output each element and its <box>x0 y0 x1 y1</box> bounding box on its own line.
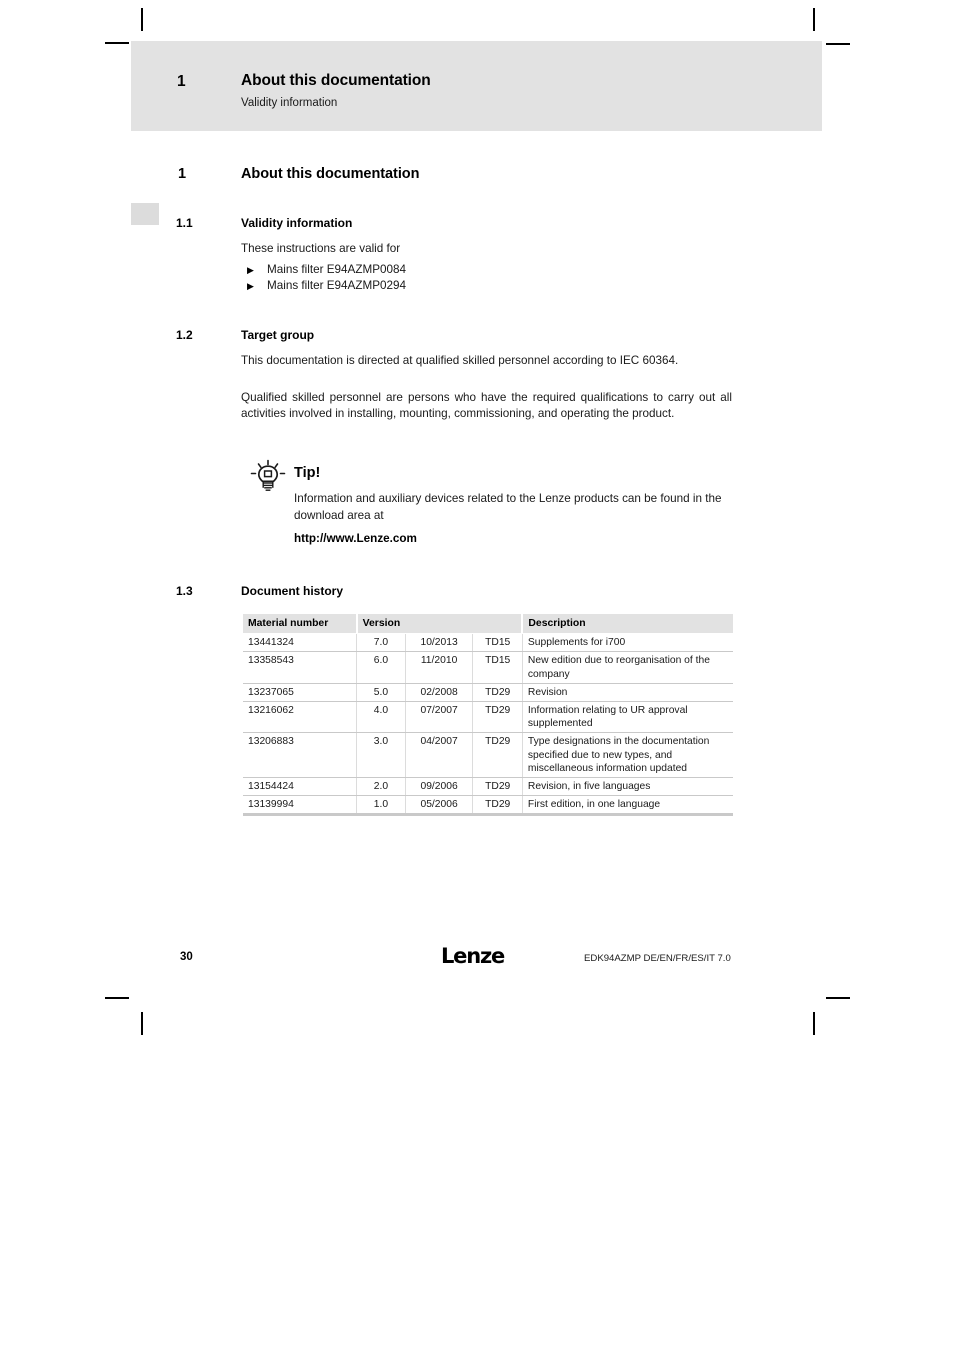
table-row: 13237065 5.0 02/2008 TD29 Revision <box>243 683 733 703</box>
running-header-chapter-number: 1 <box>177 73 186 90</box>
cell-version: 7.0 <box>356 633 406 653</box>
cell-version: 1.0 <box>356 795 406 817</box>
cell-code: TD29 <box>472 795 523 817</box>
table-body: 13441324 7.0 10/2013 TD15 Supplements fo… <box>243 633 733 817</box>
table-header: Material number Version Description <box>243 614 733 635</box>
list-item: ▶ Mains filter E94AZMP0084 <box>241 262 732 278</box>
cell-version: 2.0 <box>356 777 406 797</box>
document-page: { "page": { "number": "30", "footer_doc_… <box>0 0 954 1350</box>
section-title-target-group: Target group <box>241 328 315 342</box>
tip-title: Tip! <box>294 465 321 481</box>
cell-code: TD29 <box>472 777 523 797</box>
running-header-subtitle: Validity information <box>241 97 338 109</box>
running-header: 1 About this documentation Validity info… <box>131 41 822 131</box>
cell-material-number: 13206883 <box>243 732 357 779</box>
crop-mark-top-left-horizontal <box>105 42 129 44</box>
cell-version: 4.0 <box>356 701 406 734</box>
section-number-document-history: 1.3 <box>176 584 193 598</box>
lightbulb-icon <box>248 458 288 498</box>
footer-document-code: EDK94AZMP DE/EN/FR/ES/IT 7.0 <box>584 953 731 964</box>
crop-mark-bottom-right-vertical <box>813 1012 815 1035</box>
cell-code: TD15 <box>472 651 523 684</box>
bullet-arrow-icon: ▶ <box>247 281 254 292</box>
crop-mark-top-right-vertical <box>813 8 815 31</box>
column-header-material-number: Material number <box>243 614 357 635</box>
table-row: 13154424 2.0 09/2006 TD29 Revision, in f… <box>243 777 733 797</box>
crop-mark-top-left-vertical <box>141 8 143 31</box>
section-number-target-group: 1.2 <box>176 328 193 342</box>
section-title-document-history: Document history <box>241 584 344 598</box>
cell-material-number: 13216062 <box>243 701 357 734</box>
cell-date: 10/2013 <box>404 633 473 653</box>
cell-date: 04/2007 <box>404 732 473 779</box>
table-row: 13139994 1.0 05/2006 TD29 First edition,… <box>243 795 733 817</box>
crop-mark-bottom-right-horizontal <box>826 997 850 999</box>
lenze-logo: Lenze <box>441 944 505 968</box>
bullet-arrow-icon: ▶ <box>247 265 254 275</box>
list-item-label: Mains filter E94AZMP0294 <box>267 279 407 293</box>
target-group-paragraph-1: This documentation is directed at qualif… <box>241 354 679 367</box>
cell-date: 02/2008 <box>404 683 473 703</box>
validity-bullet-list: ▶ Mains filter E94AZMP0084 ▶ Mains filte… <box>241 262 732 295</box>
table-row: 13441324 7.0 10/2013 TD15 Supplements fo… <box>243 633 733 653</box>
running-header-title: About this documentation <box>241 72 431 89</box>
cell-code: TD29 <box>472 732 523 779</box>
cell-material-number: 13358543 <box>243 651 357 684</box>
list-item: ▶ Mains filter E94AZMP0294 <box>241 278 732 294</box>
chapter-number: 1 <box>178 166 187 182</box>
cell-version: 6.0 <box>356 651 406 684</box>
crop-mark-bottom-left-vertical <box>141 1012 143 1035</box>
cell-description: Information relating to UR approval supp… <box>521 701 733 734</box>
table-row: 13216062 4.0 07/2007 TD29 Information re… <box>243 701 733 734</box>
cell-material-number: 13139994 <box>243 795 357 817</box>
crop-mark-top-right-horizontal <box>826 43 850 45</box>
cell-code: TD29 <box>472 701 523 734</box>
document-history-table: Material number Version Description 1344… <box>243 614 733 817</box>
section-number-validity: 1.1 <box>176 216 193 230</box>
cell-date: 09/2006 <box>404 777 473 797</box>
chapter-title: About this documentation <box>241 166 420 182</box>
cell-description: Revision, in five languages <box>521 777 733 797</box>
table-row: 13358543 6.0 11/2010 TD15 New edition du… <box>243 651 733 684</box>
list-item-label: Mains filter E94AZMP0084 <box>267 263 407 276</box>
cell-code: TD15 <box>472 633 523 653</box>
cell-date: 07/2007 <box>404 701 473 734</box>
cell-material-number: 13441324 <box>243 633 357 653</box>
cell-description: Revision <box>521 683 733 703</box>
tip-url[interactable]: http://www.Lenze.com <box>294 532 417 545</box>
cell-description: New edition due to reorganisation of the… <box>521 651 733 684</box>
chapter-tab-marker <box>131 203 159 225</box>
crop-mark-bottom-left-horizontal <box>105 997 129 999</box>
cell-date: 05/2006 <box>404 795 473 817</box>
cell-version: 5.0 <box>356 683 406 703</box>
tip-body-text: Information and auxiliary devices relate… <box>294 492 722 522</box>
column-header-version-date <box>405 614 473 635</box>
table-row: 13206883 3.0 04/2007 TD29 Type designati… <box>243 732 733 779</box>
column-header-version: Version <box>355 614 406 635</box>
cell-date: 11/2010 <box>404 651 473 684</box>
column-header-version-code <box>472 614 523 635</box>
validity-intro-text: These instructions are valid for <box>241 242 401 255</box>
cell-description: Supplements for i700 <box>521 633 733 653</box>
column-header-description: Description <box>521 614 733 635</box>
target-group-paragraph-2: Qualified skilled personnel are persons … <box>241 391 732 421</box>
cell-material-number: 13154424 <box>243 777 357 797</box>
page-number: 30 <box>180 951 193 963</box>
cell-material-number: 13237065 <box>243 683 357 703</box>
cell-code: TD29 <box>472 683 523 703</box>
cell-version: 3.0 <box>356 732 406 779</box>
table-header-row: Material number Version Description <box>243 614 733 635</box>
section-title-validity: Validity information <box>241 216 353 230</box>
cell-description: Type designations in the documentation s… <box>521 732 733 779</box>
cell-description: First edition, in one language <box>521 795 733 817</box>
